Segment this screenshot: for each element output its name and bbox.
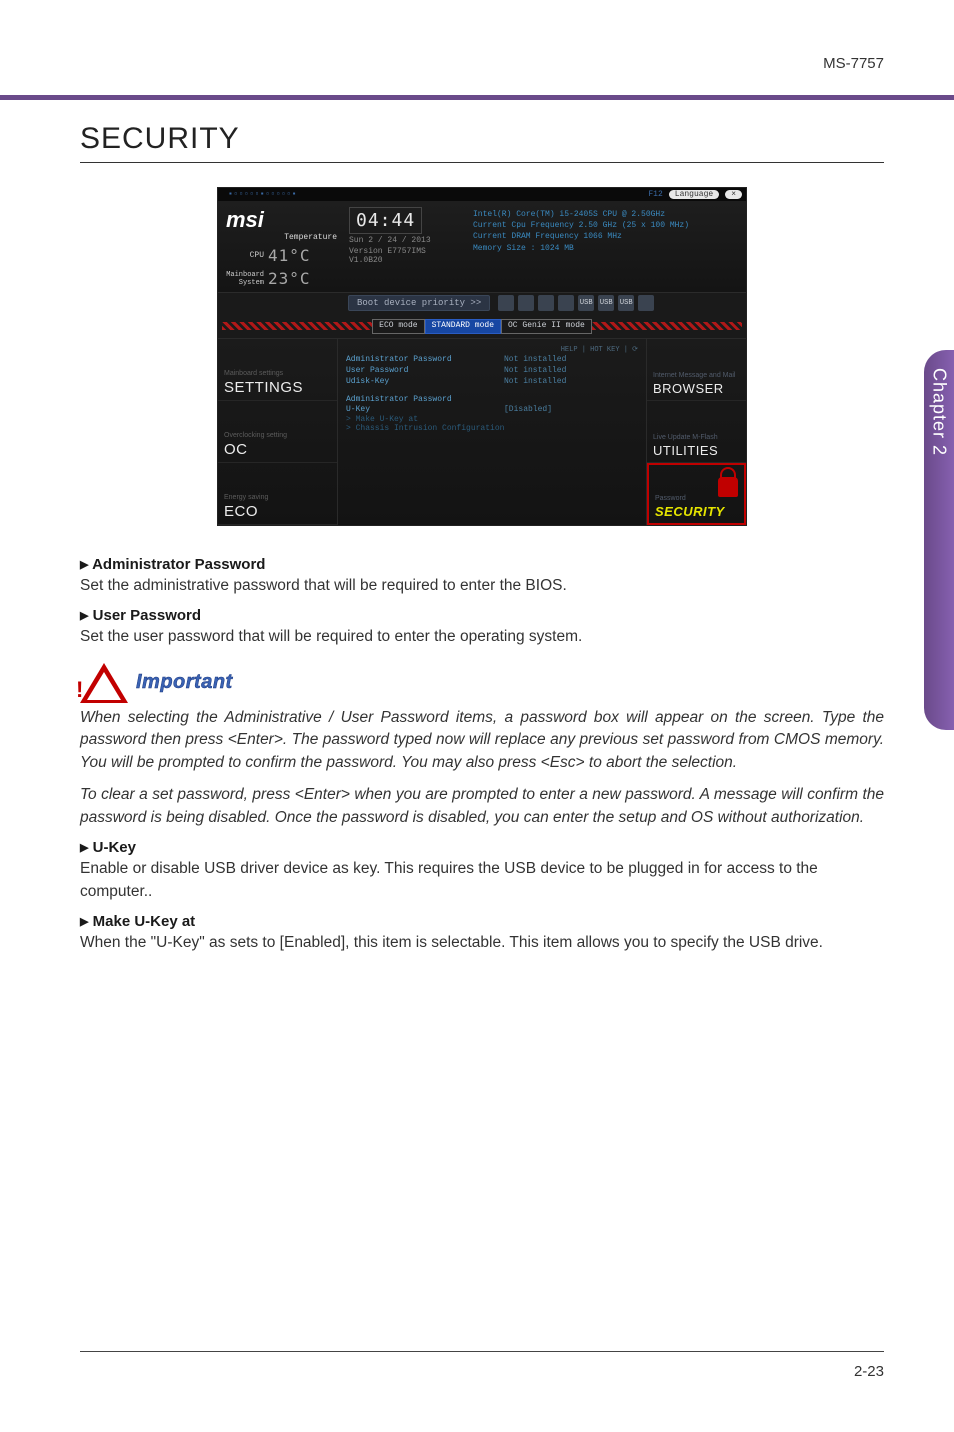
mem-size: Memory Size : 1024 MB bbox=[473, 243, 738, 254]
date-label: Sun 2 / 24 / 2013 bbox=[349, 236, 459, 245]
close-button[interactable]: × bbox=[725, 190, 742, 199]
cfg-value: Not installed bbox=[504, 366, 566, 375]
cpu-temp-value: 41°C bbox=[268, 246, 311, 265]
tile-subtitle: Live Update M-Flash bbox=[653, 434, 740, 441]
system-temp-value: 23°C bbox=[268, 269, 311, 288]
item-desc: Set the administrative password that wil… bbox=[80, 575, 884, 597]
make-ukey-item[interactable]: > Make U-Key at bbox=[346, 415, 638, 424]
help-hotkey-bar[interactable]: HELP | HOT KEY | ⟳ bbox=[346, 345, 638, 354]
left-tile-eco[interactable]: Energy saving ECO bbox=[218, 463, 337, 525]
item-heading-admin-password: ▶ Administrator Password bbox=[80, 556, 884, 573]
tile-subtitle: Mainboard settings bbox=[224, 370, 331, 377]
boot-device-icon[interactable]: USB bbox=[618, 295, 634, 311]
clock: 04:44 bbox=[349, 207, 422, 234]
right-tile-security[interactable]: Password SECURITY bbox=[647, 463, 746, 525]
left-tile-settings[interactable]: Mainboard settings SETTINGS bbox=[218, 339, 337, 401]
tile-subtitle: Energy saving bbox=[224, 494, 331, 501]
tile-title: SETTINGS bbox=[224, 379, 331, 396]
msi-logo: msi bbox=[226, 207, 341, 233]
boot-device-icon[interactable] bbox=[498, 295, 514, 311]
footer-separator bbox=[80, 1351, 884, 1352]
dram-freq: Current DRAM Frequency 1066 MHz bbox=[473, 231, 738, 242]
ukey-label[interactable]: U-Key bbox=[346, 405, 496, 414]
title-dots: ▪▫▫▫▫▫▪▫▫▫▫▫▪ bbox=[222, 190, 297, 199]
cpu-temp-label: CPU bbox=[226, 251, 264, 260]
page-title: SECURITY bbox=[80, 122, 884, 163]
section-header: Administrator Password bbox=[346, 395, 638, 404]
boot-device-icon[interactable] bbox=[518, 295, 534, 311]
system-info: Intel(R) Core(TM) i5-2405S CPU @ 2.50GHz… bbox=[467, 207, 738, 288]
item-desc: Set the user password that will be requi… bbox=[80, 626, 884, 648]
boot-device-icon[interactable] bbox=[538, 295, 554, 311]
boot-device-icon[interactable]: USB bbox=[598, 295, 614, 311]
tile-title: SECURITY bbox=[655, 504, 738, 519]
tile-subtitle: Internet Message and Mail bbox=[653, 372, 740, 379]
language-button[interactable]: Language bbox=[669, 190, 719, 199]
tile-title: UTILITIES bbox=[653, 443, 740, 458]
item-heading-make-ukey: ▶ Make U-Key at bbox=[80, 913, 884, 930]
item-desc: When the "U-Key" as sets to [Enabled], t… bbox=[80, 932, 884, 954]
warning-bang: ! bbox=[76, 677, 84, 697]
warning-icon bbox=[80, 663, 128, 703]
ocgenie-mode-button[interactable]: OC Genie II mode bbox=[501, 319, 592, 334]
important-paragraph: To clear a set password, press <Enter> w… bbox=[80, 784, 884, 829]
tile-title: OC bbox=[224, 441, 331, 458]
boot-device-icons: USB USB USB bbox=[498, 295, 738, 311]
cpu-freq: Current Cpu Frequency 2.50 GHz (25 x 100… bbox=[473, 220, 738, 231]
cfg-value: Not installed bbox=[504, 355, 566, 364]
cfg-label[interactable]: User Password bbox=[346, 366, 496, 375]
header-separator bbox=[0, 95, 954, 100]
boot-device-icon[interactable] bbox=[638, 295, 654, 311]
ukey-value: [Disabled] bbox=[504, 405, 552, 414]
version-label: Version E7757IMS V1.0B20 bbox=[349, 247, 459, 265]
item-heading-ukey: ▶ U-Key bbox=[80, 839, 884, 856]
cpu-info: Intel(R) Core(TM) i5-2405S CPU @ 2.50GHz bbox=[473, 209, 738, 220]
right-tile-utilities[interactable]: Live Update M-Flash UTILITIES bbox=[647, 401, 746, 463]
cfg-label[interactable]: Udisk-Key bbox=[346, 377, 496, 386]
tile-subtitle: Overclocking setting bbox=[224, 432, 331, 439]
right-tile-browser[interactable]: Internet Message and Mail BROWSER bbox=[647, 339, 746, 401]
item-heading-user-password: ▶ User Password bbox=[80, 607, 884, 624]
bios-titlebar: ▪▫▫▫▫▫▪▫▫▫▫▫▪ F12 Language × bbox=[218, 188, 746, 201]
boot-device-icon[interactable]: USB bbox=[578, 295, 594, 311]
cfg-label[interactable]: Administrator Password bbox=[346, 355, 496, 364]
chapter-label: Chapter 2 bbox=[929, 368, 950, 456]
tile-title: ECO bbox=[224, 503, 331, 520]
left-tile-oc[interactable]: Overclocking setting OC bbox=[218, 401, 337, 463]
boot-priority-button[interactable]: Boot device priority >> bbox=[348, 295, 490, 311]
item-desc: Enable or disable USB driver device as k… bbox=[80, 858, 884, 903]
tile-title: BROWSER bbox=[653, 381, 740, 396]
system-temp-label: Mainboard System bbox=[226, 271, 264, 287]
cfg-value: Not installed bbox=[504, 377, 566, 386]
page-number: 2-23 bbox=[854, 1363, 884, 1380]
important-label: Important bbox=[136, 671, 233, 694]
eco-mode-button[interactable]: ECO mode bbox=[372, 319, 424, 334]
boot-device-icon[interactable] bbox=[558, 295, 574, 311]
important-paragraph: When selecting the Administrative / User… bbox=[80, 707, 884, 774]
bios-screenshot: ▪▫▫▫▫▫▪▫▫▫▫▫▪ F12 Language × msi Tempera… bbox=[217, 187, 747, 526]
f12-hint[interactable]: F12 bbox=[648, 190, 662, 199]
chapter-tab: Chapter 2 bbox=[924, 350, 954, 730]
temperature-label: Temperature bbox=[226, 233, 341, 242]
lock-icon bbox=[718, 477, 738, 497]
standard-mode-button[interactable]: STANDARD mode bbox=[425, 319, 501, 334]
chassis-intrusion-item[interactable]: > Chassis Intrusion Configuration bbox=[346, 424, 638, 433]
doc-header: MS-7757 bbox=[80, 55, 884, 72]
